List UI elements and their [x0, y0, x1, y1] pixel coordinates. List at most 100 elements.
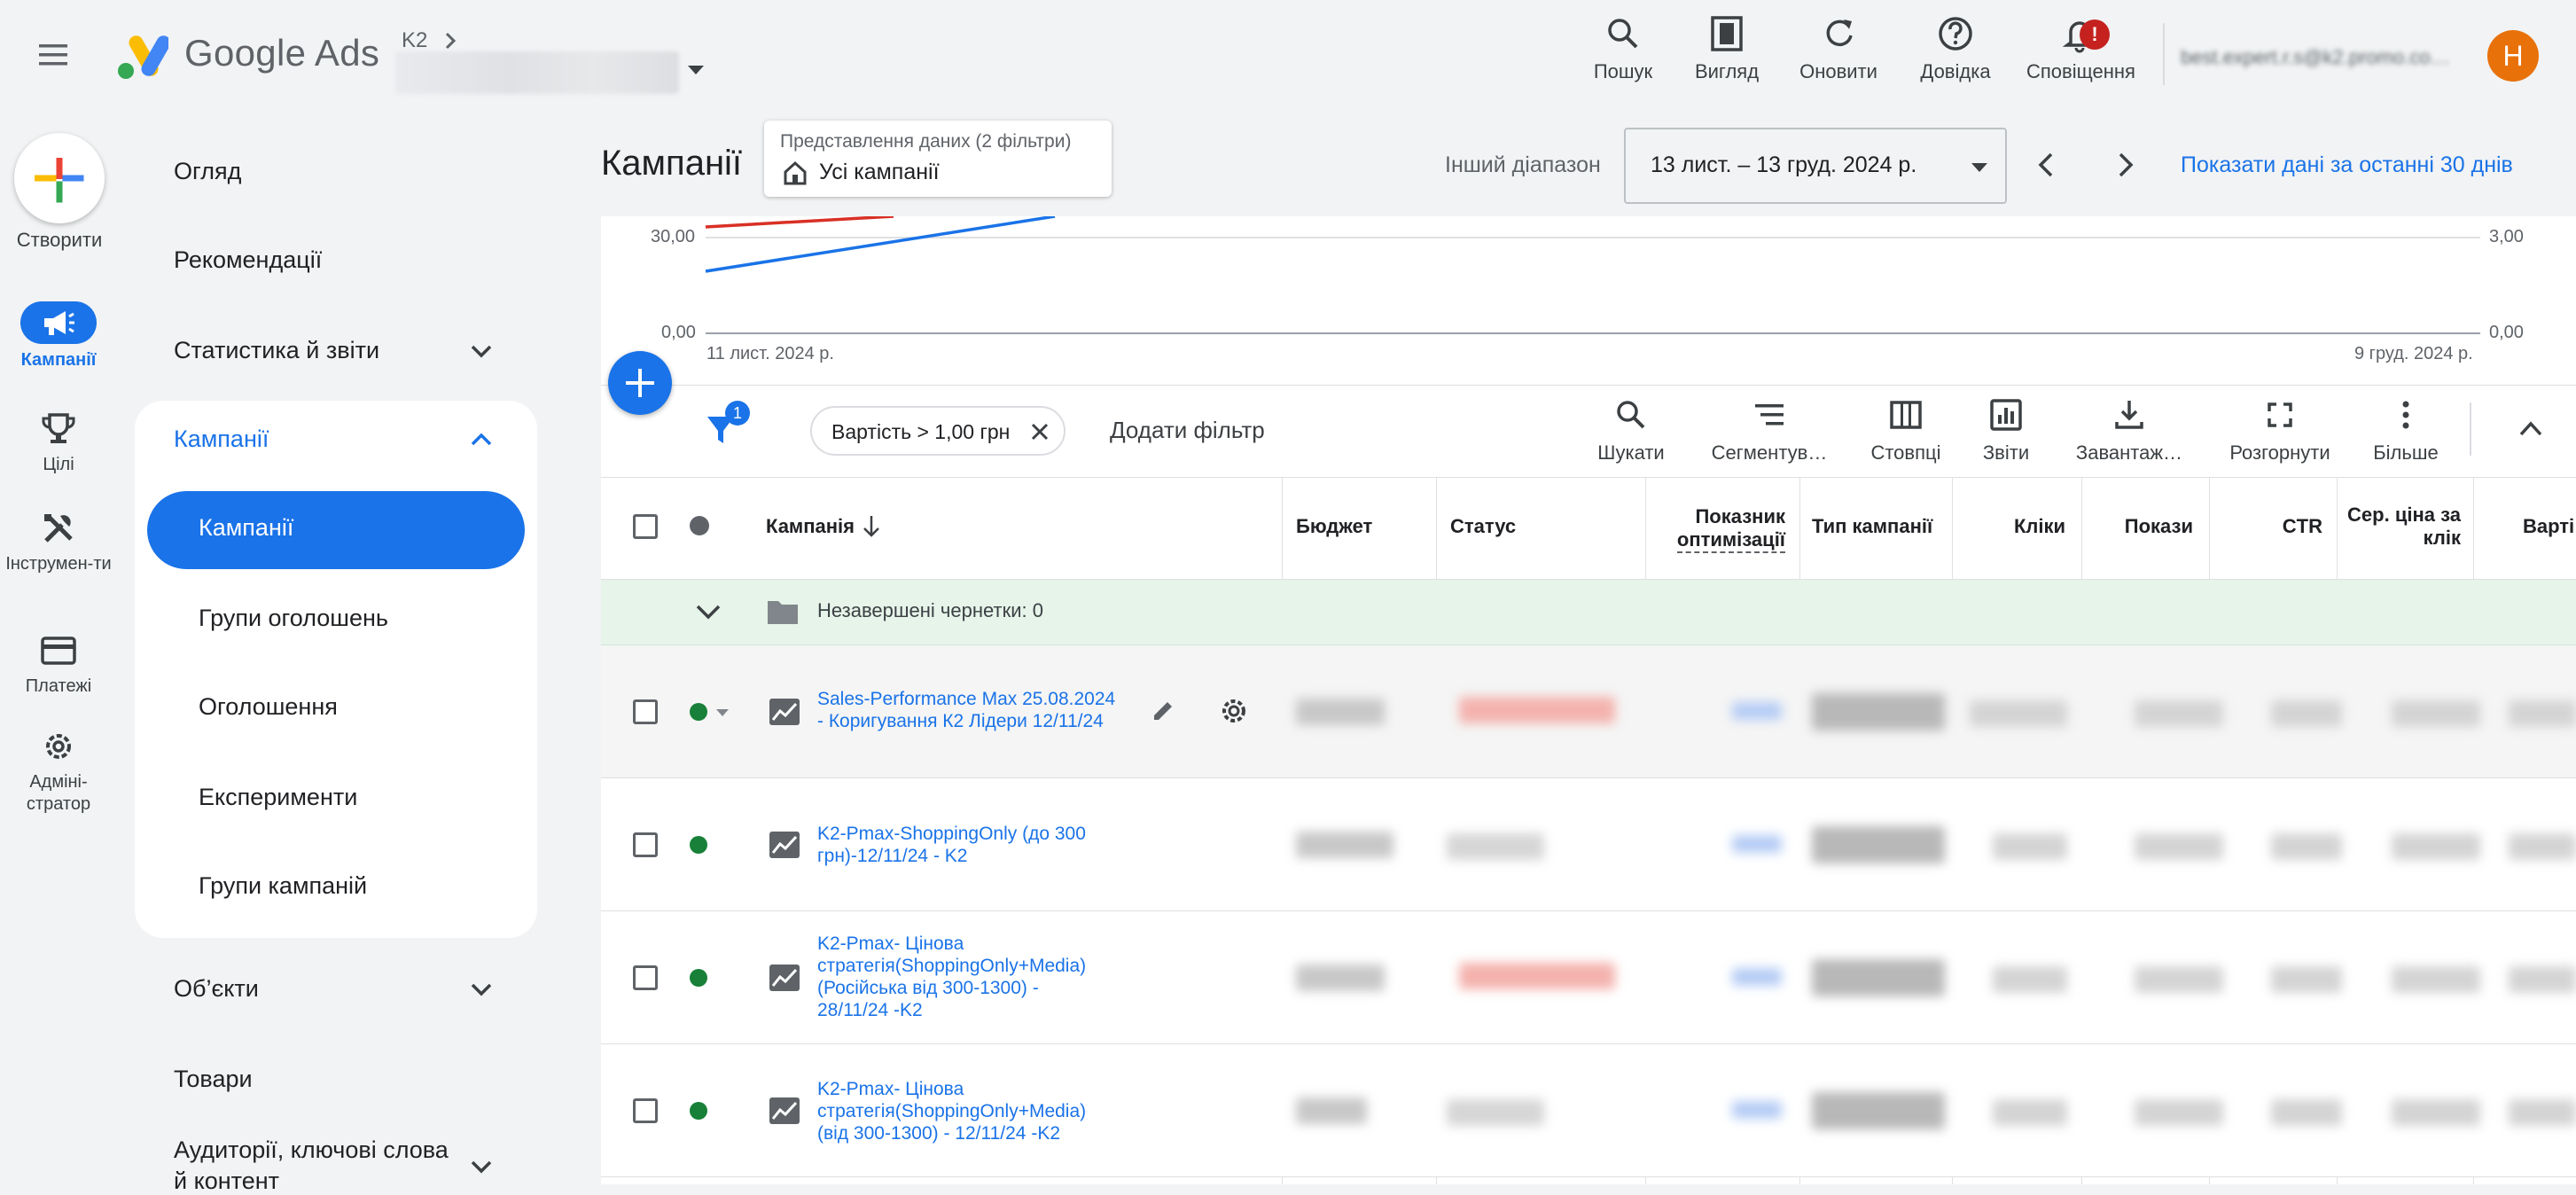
rail-label-campaigns: Кампанії	[20, 350, 97, 370]
drafts-label: Незавершені чернетки: 0	[817, 599, 1043, 621]
status-enabled-dot[interactable]	[690, 836, 707, 854]
data-view-value: Усі кампанії	[819, 160, 940, 184]
appearance-icon	[1707, 14, 1746, 53]
col-avg-cpc-line1: Сер. ціна за	[2347, 504, 2461, 526]
rail-item-admin[interactable]: Адміні-стратор	[0, 727, 117, 816]
budget-value-blurred	[1296, 1097, 1367, 1124]
nav-stats[interactable]: Статистика й звіти	[174, 337, 379, 364]
chevron-right-icon[interactable]	[2112, 147, 2140, 183]
col-impressions[interactable]: Покази	[2087, 515, 2193, 538]
menu-icon[interactable]	[35, 39, 80, 74]
header-notifications-button[interactable]: ! Сповіщення	[2026, 14, 2135, 103]
table-row[interactable]: K2-Pmax- Цінова стратегія(ShoppingOnly+M…	[601, 911, 2576, 1044]
nav-sub-experiments[interactable]: Експерименти	[199, 784, 357, 811]
ctr-blurred	[2271, 700, 2342, 727]
header-help-button[interactable]: Довідка	[1902, 14, 2009, 103]
campaign-link[interactable]: K2-Pmax- Цінова стратегія(ShoppingOnly+M…	[817, 933, 1128, 1021]
settings-gear-icon[interactable]	[1218, 695, 1250, 727]
show-last-30-days-link[interactable]: Показати дані за останні 30 днів	[2181, 152, 2513, 178]
campaign-link[interactable]: Sales-Performance Max 25.08.2024 - Кориг…	[817, 688, 1128, 732]
close-icon[interactable]	[1030, 422, 1050, 441]
status-enabled-dot[interactable]	[690, 703, 707, 721]
nav-assets[interactable]: Об’єкти	[174, 975, 259, 1003]
header-refresh-button[interactable]: Оновити	[1785, 14, 1892, 103]
drafts-row[interactable]: Незавершені чернетки: 0	[601, 580, 2576, 645]
filter-chip[interactable]: Вартість > 1,00 грн	[810, 406, 1066, 456]
col-campaign-type[interactable]: Тип кампанії	[1812, 515, 1932, 538]
chevron-up-icon[interactable]	[468, 431, 495, 449]
add-campaign-button[interactable]	[608, 351, 672, 415]
rail-item-goals[interactable]: Цілі	[0, 410, 117, 476]
rail-item-billing[interactable]: Платежі	[0, 631, 117, 698]
account-selector[interactable]	[395, 51, 679, 94]
rail-item-tools[interactable]: Інструмен-ти	[0, 509, 117, 575]
chevron-up-icon[interactable]	[2516, 417, 2546, 441]
toolbar-segment-label: Сегментув…	[1711, 441, 1828, 464]
col-status[interactable]: Статус	[1450, 515, 1516, 538]
nav-campaigns-section[interactable]: Кампанії	[174, 426, 269, 453]
col-cost[interactable]: Варті	[2523, 515, 2574, 538]
nav-audiences[interactable]: Аудиторії, ключові слова й контент	[174, 1136, 449, 1195]
row-checkbox[interactable]	[633, 1098, 658, 1123]
col-campaign[interactable]: Кампанія	[766, 515, 855, 538]
col-clicks[interactable]: Кліки	[1959, 515, 2065, 538]
table-row[interactable]: K2-Pmax- Цінова стратегія(ShoppingOnly+M…	[601, 1044, 2576, 1177]
col-avg-cpc[interactable]: Сер. ціна за клік	[2337, 504, 2461, 550]
nav-recommendations[interactable]: Рекомендації	[174, 246, 322, 274]
create-button[interactable]	[14, 133, 105, 223]
performance-max-icon	[768, 697, 801, 727]
account-breadcrumb[interactable]: K2	[402, 28, 427, 53]
date-range-picker[interactable]: 13 лист. – 13 груд. 2024 р.	[1624, 128, 2007, 204]
campaign-link[interactable]: K2-Pmax- Цінова стратегія(ShoppingOnly+M…	[817, 1078, 1128, 1144]
cost-blurred	[2509, 966, 2576, 993]
row-checkbox[interactable]	[633, 965, 658, 990]
filter-count-badge: 1	[725, 401, 750, 426]
status-enabled-dot[interactable]	[690, 969, 707, 987]
chevron-down-icon[interactable]	[693, 599, 723, 624]
nav-products[interactable]: Товари	[174, 1066, 253, 1093]
edit-pencil-icon[interactable]	[1149, 697, 1177, 725]
toolbar-download-button[interactable]: Завантаж…	[2069, 397, 2190, 468]
cpc-blurred	[2392, 833, 2480, 860]
row-checkbox[interactable]	[633, 699, 658, 724]
dropdown-arrow-icon	[1970, 161, 1989, 174]
google-ads-logo-icon[interactable]	[115, 32, 168, 82]
header-appearance-button[interactable]: Вигляд	[1674, 14, 1780, 103]
table-row[interactable]: K2-Pmax-ShoppingOnly (до 300 грн)-12/11/…	[601, 778, 2576, 911]
chevron-left-icon[interactable]	[2033, 147, 2062, 183]
cost-blurred	[2509, 700, 2576, 727]
avatar[interactable]: H	[2487, 30, 2539, 82]
impressions-blurred	[2135, 1099, 2223, 1126]
sort-arrow-down-icon[interactable]	[862, 514, 881, 539]
nav-sub-ad-groups[interactable]: Групи оголошень	[199, 605, 388, 632]
rail-item-campaigns[interactable]: Кампанії	[0, 301, 117, 371]
dropdown-arrow-icon[interactable]	[686, 64, 706, 76]
user-email[interactable]: best.expert.r.s@k2.promo.co…	[2181, 46, 2473, 78]
toolbar-reports-button[interactable]: Звіти	[1975, 397, 2037, 468]
nav-overview[interactable]: Огляд	[174, 158, 241, 185]
status-enabled-dot[interactable]	[690, 1102, 707, 1120]
add-filter-button[interactable]: Додати фільтр	[1110, 417, 1265, 444]
campaign-link[interactable]: K2-Pmax-ShoppingOnly (до 300 грн)-12/11/…	[817, 823, 1128, 867]
campaign-name-line: Sales-Performance Max 25.08.2024	[817, 689, 1116, 709]
header-search-button[interactable]: Пошук	[1570, 14, 1676, 103]
toolbar-more-button[interactable]: Більше	[2369, 397, 2443, 468]
select-all-checkbox[interactable]	[633, 514, 658, 539]
nav-sub-ads[interactable]: Оголошення	[199, 693, 338, 721]
row-checkbox[interactable]	[633, 832, 658, 857]
chevron-down-icon[interactable]	[468, 980, 495, 998]
toolbar-columns-button[interactable]: Стовпці	[1863, 397, 1948, 468]
chevron-down-icon[interactable]	[468, 342, 495, 360]
col-optimization-score[interactable]: Показник оптимізації	[1642, 505, 1785, 553]
toolbar-search-button[interactable]: Шукати	[1590, 397, 1672, 468]
type-value-blurred	[1812, 1092, 1945, 1129]
toolbar-segment-button[interactable]: Сегментув…	[1707, 397, 1831, 468]
toolbar-expand-button[interactable]: Розгорнути	[2223, 397, 2337, 468]
nav-sub-campaign-groups[interactable]: Групи кампаній	[199, 872, 367, 900]
dropdown-arrow-icon[interactable]	[714, 707, 730, 718]
table-row[interactable]: Sales-Performance Max 25.08.2024 - Кориг…	[601, 645, 2576, 778]
data-view-selector[interactable]: Представлення даних (2 фільтри) Усі камп…	[764, 121, 1112, 197]
chevron-down-icon[interactable]	[468, 1158, 495, 1175]
col-ctr[interactable]: CTR	[2216, 515, 2322, 538]
col-budget[interactable]: Бюджет	[1296, 515, 1372, 538]
